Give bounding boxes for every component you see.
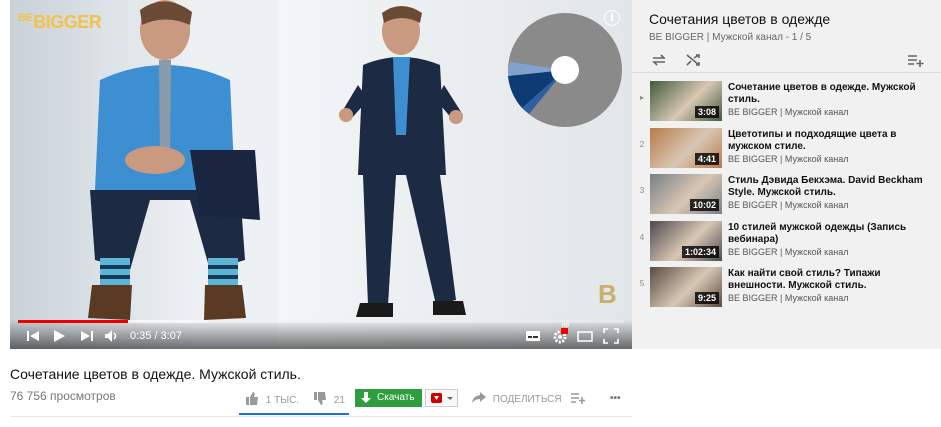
color-wheel-overlay xyxy=(508,13,622,127)
playlist-item-title[interactable]: Сочетание цветов в одежде. Мужской стиль… xyxy=(728,82,933,106)
playlist-item-channel: BE BIGGER | Мужской канал xyxy=(728,200,849,210)
video-player[interactable]: BEBIGGER i B 0:35 / 3:07 HD xyxy=(10,0,632,349)
share-label: ПОДЕЛИТЬСЯ xyxy=(492,394,562,405)
playlist-item-thumbnail[interactable]: 1:02:34 xyxy=(650,220,722,261)
playlist-item-index: 2 xyxy=(639,139,645,149)
share-button[interactable]: ПОДЕЛИТЬСЯ xyxy=(472,392,562,407)
save-to-playlist-button[interactable] xyxy=(571,392,585,407)
playlist-item-thumbnail[interactable]: 9:25 xyxy=(650,267,722,307)
playlist-item-duration: 10:02 xyxy=(689,199,719,211)
playlist-subtitle[interactable]: BE BIGGER | Мужской канал - 1 / 5 xyxy=(649,32,811,43)
playlist-title[interactable]: Сочетания цветов в одежде xyxy=(649,11,830,27)
playlist-item-title[interactable]: Как найти свой стиль? Типажи внешности. … xyxy=(728,268,933,292)
shuffle-icon[interactable] xyxy=(684,52,702,68)
hd-badge: HD xyxy=(562,323,570,329)
playlist-item-thumbnail[interactable]: 3:08 xyxy=(650,81,722,121)
like-button[interactable]: 1 ТЫС. xyxy=(245,392,299,408)
share-icon xyxy=(472,392,486,403)
playlist-item[interactable]: 4 1:02:34 10 стилей мужской одежды (Запись… xyxy=(632,217,941,263)
playlist-item-title[interactable]: 10 стилей мужской одежды (Запись вебинар… xyxy=(728,222,933,246)
add-to-playlist-icon[interactable] xyxy=(907,52,925,68)
playlist-item-channel: BE BIGGER | Мужской канал xyxy=(728,246,849,257)
add-to-playlist-icon xyxy=(571,393,585,404)
seated-man-figure xyxy=(88,0,260,320)
video-frame-left: BEBIGGER xyxy=(10,0,278,349)
playlist-divider xyxy=(632,72,941,73)
download-arrow-icon xyxy=(361,392,371,403)
playlist-item-title[interactable]: Цветотипы и подходящие цвета в мужском с… xyxy=(728,129,933,153)
thumbs-down-icon xyxy=(314,392,326,405)
download-label: Скачать xyxy=(377,392,415,403)
corner-brand-logo: B xyxy=(598,279,617,309)
playlist-panel: Сочетания цветов в одежде BE BIGGER | Му… xyxy=(632,0,941,349)
playlist-item-duration: 3:08 xyxy=(694,106,719,118)
playlist-item-index: ▸ xyxy=(639,93,644,102)
fullscreen-icon[interactable] xyxy=(603,328,619,344)
playlist-item-channel: BE BIGGER | Мужской канал xyxy=(728,153,849,164)
playlist-item-channel: BE BIGGER | Мужской канал xyxy=(728,107,849,117)
section-divider xyxy=(10,416,632,417)
playlist-item-thumbnail[interactable]: 10:02 xyxy=(650,174,722,214)
playlist-item[interactable]: 2 4:41 Цветотипы и подходящие цвета в мужс… xyxy=(632,124,941,170)
dislike-count: 21 xyxy=(333,395,345,406)
thumbs-up-icon xyxy=(246,392,258,405)
playlist-item-duration: 9:25 xyxy=(694,292,719,304)
video-title: Сочетание цветов в одежде. Мужской стиль… xyxy=(10,366,301,382)
playlist-item-index: 4 xyxy=(639,232,645,242)
pie-center xyxy=(551,56,579,84)
dislike-button[interactable]: 21 xyxy=(313,392,345,408)
volume-icon[interactable] xyxy=(104,328,120,344)
progress-played xyxy=(18,320,129,323)
channel-watermark: BEBIGGER xyxy=(18,12,102,32)
loop-icon[interactable] xyxy=(650,52,668,68)
theater-mode-icon[interactable] xyxy=(577,328,593,344)
subtitles-icon[interactable] xyxy=(525,328,541,344)
playlist-item[interactable]: 5 9:25 Как найти свой стиль? Типажи внешно… xyxy=(632,263,941,309)
next-icon[interactable] xyxy=(80,328,94,344)
settings-icon[interactable]: HD xyxy=(552,323,569,344)
info-icon[interactable]: i xyxy=(604,10,620,26)
playlist-item-channel: BE BIGGER | Мужской канал xyxy=(728,293,849,303)
playlist-item-duration: 1:02:34 xyxy=(681,245,719,258)
playlist-item-title[interactable]: Стиль Дэвида Бекхэма. David Beckham Styl… xyxy=(728,175,933,199)
playlist-item[interactable]: ▸ 3:08 Сочетание цветов в одежде. Мужской … xyxy=(632,77,941,123)
progress-bar[interactable] xyxy=(18,320,624,323)
view-count: 76 756 просмотров xyxy=(10,389,116,403)
playlist-item-duration: 4:41 xyxy=(694,152,719,165)
download-button[interactable]: Скачать xyxy=(355,389,422,407)
playlist-item-index: 3 xyxy=(639,186,645,195)
download-format-dropdown[interactable] xyxy=(425,389,458,407)
download-format-icon xyxy=(431,393,453,403)
like-count: 1 ТЫС. xyxy=(265,395,300,406)
like-ratio-bar xyxy=(239,413,349,415)
playlist-item[interactable]: 3 10:02 Стиль Дэвида Бекхэма. David Beckha… xyxy=(632,170,941,216)
more-actions-button[interactable]: ••• xyxy=(610,392,621,406)
time-display: 0:35 / 3:07 xyxy=(130,330,182,342)
play-icon[interactable] xyxy=(52,328,66,344)
standing-man-figure xyxy=(339,6,466,317)
playlist-item-thumbnail[interactable]: 4:41 xyxy=(650,127,722,168)
playlist-item-index: 5 xyxy=(639,279,645,288)
previous-icon[interactable] xyxy=(26,328,40,344)
